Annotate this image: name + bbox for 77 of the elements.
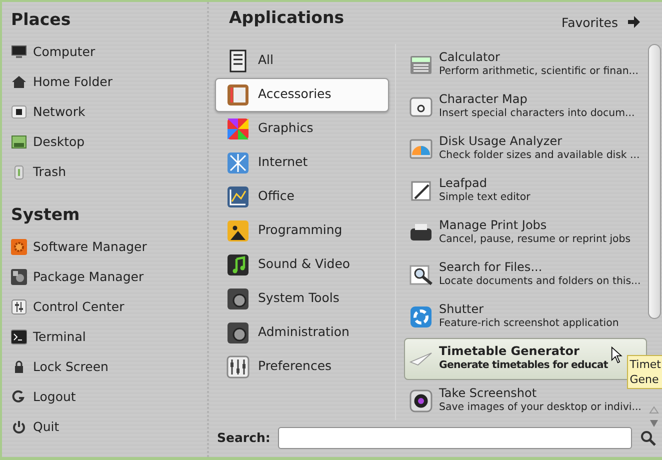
category-item[interactable]: Office	[215, 180, 389, 214]
app-item[interactable]: Manage Print Jobs Cancel, pause, resume or reprint jobs	[404, 212, 647, 254]
category-item[interactable]: Preferences	[215, 350, 389, 384]
app-description: Perform arithmetic, scientific or finan...	[439, 65, 639, 79]
notepad-icon	[409, 178, 433, 202]
category-item[interactable]: All	[215, 44, 389, 78]
app-name: Manage Print Jobs	[439, 218, 547, 233]
menu-item[interactable]: Lock Screen	[11, 352, 207, 382]
house-icon	[11, 74, 27, 90]
menu-item[interactable]: Logout	[11, 382, 207, 412]
package-icon	[11, 269, 27, 285]
app-description: Feature-rich screenshot application	[439, 317, 619, 331]
app-description: Locate documents and folders on this...	[439, 275, 641, 289]
arrow-right-icon	[626, 14, 642, 30]
app-description: Insert special characters into docum...	[439, 107, 635, 121]
section-heading: System	[11, 204, 80, 226]
key-icon	[409, 94, 433, 118]
swirl-icon	[409, 304, 433, 328]
category-item[interactable]: Internet	[215, 146, 389, 180]
app-item[interactable]: Character Map Insert special characters into docum...	[404, 86, 647, 128]
app-description: Simple text editor	[439, 191, 530, 205]
camera-lens-icon	[409, 388, 433, 412]
menu-item[interactable]: Terminal	[11, 322, 207, 352]
menu-item[interactable]: Quit	[11, 412, 207, 442]
app-item[interactable]: Calculator Perform arithmetic, scientific or finan...	[404, 44, 647, 86]
section-heading: Places	[11, 9, 71, 31]
menu-item[interactable]: Software Manager	[11, 232, 207, 262]
menu-item[interactable]: Computer	[11, 37, 207, 67]
pie-chart-icon	[409, 136, 433, 160]
sliders-icon	[11, 299, 27, 315]
category-item[interactable]: Accessories	[215, 78, 389, 112]
desktop-icon	[11, 134, 27, 150]
menu-item[interactable]: Home Folder	[11, 67, 207, 97]
network-icon	[11, 104, 27, 120]
app-item[interactable]: Shutter Feature-rich screenshot application	[404, 296, 647, 338]
favorites-link[interactable]: Favorites	[562, 6, 642, 44]
search-field[interactable]	[278, 427, 632, 450]
app-name: Disk Usage Analyzer	[439, 134, 562, 149]
music-note-icon	[226, 252, 250, 276]
scrollbar-thumb[interactable]	[648, 44, 661, 318]
app-description: Cancel, pause, resume or reprint jobs	[439, 233, 631, 247]
globe-icon	[226, 150, 250, 174]
menu-item[interactable]: Desktop	[11, 127, 207, 157]
search-icon[interactable]	[640, 430, 656, 446]
menu-item[interactable]: Package Manager	[11, 262, 207, 292]
color-palette-icon	[226, 116, 250, 140]
app-item[interactable]: Leafpad Simple text editor	[404, 170, 647, 212]
app-item[interactable]: Search for Files... Locate documents and folders on this...	[404, 254, 647, 296]
app-description: Check folder sizes and available disk ...	[439, 149, 640, 163]
category-item[interactable]: Programming	[215, 214, 389, 248]
app-name: Search for Files...	[439, 260, 542, 275]
app-item[interactable]: Disk Usage Analyzer Check folder sizes and available disk ...	[404, 128, 647, 170]
section-heading: Applications	[229, 7, 344, 29]
menu-item[interactable]: Network	[11, 97, 207, 127]
app-name: Leafpad	[439, 176, 488, 191]
menu-item[interactable]: Trash	[11, 157, 207, 187]
search-label: Search:	[217, 428, 270, 447]
category-item[interactable]: System Tools	[215, 282, 389, 316]
monitor-icon	[11, 44, 27, 60]
power-icon	[11, 419, 27, 435]
app-name: Shutter	[439, 302, 484, 317]
app-description: Save images of your desktop or indivi...	[439, 401, 642, 415]
mouse-pointer-icon	[611, 346, 623, 364]
category-item[interactable]: Sound & Video	[215, 248, 389, 282]
app-name: Character Map	[439, 92, 528, 107]
app-name: Timetable Generator	[439, 344, 580, 359]
category-item[interactable]: Administration	[215, 316, 389, 350]
sliders-icon	[226, 354, 250, 378]
chart-icon	[226, 184, 250, 208]
terminal-icon	[11, 329, 27, 345]
category-item[interactable]: Graphics	[215, 112, 389, 146]
menu-item[interactable]: Control Center	[11, 292, 207, 322]
logout-icon	[11, 389, 27, 405]
app-description: Generate timetables for educat	[439, 359, 608, 373]
app-name: Calculator	[439, 50, 500, 65]
app-name: Take Screenshot	[439, 386, 537, 401]
magnifier-icon	[409, 262, 433, 286]
